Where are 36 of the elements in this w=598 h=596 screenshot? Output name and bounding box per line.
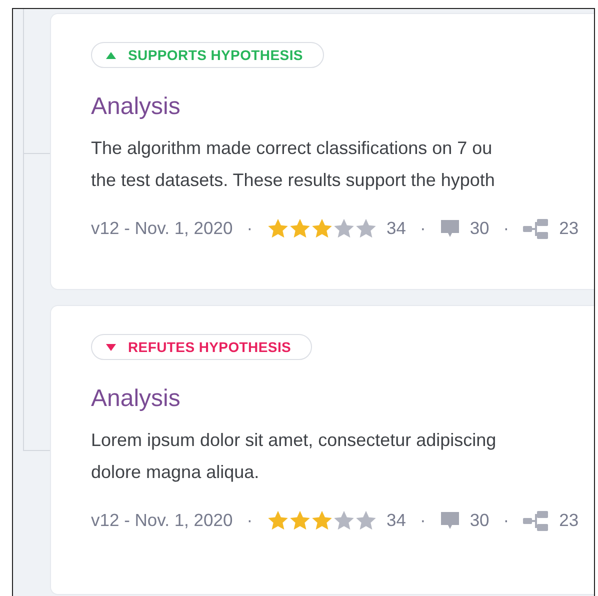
star-icon xyxy=(266,218,289,239)
comment-icon xyxy=(440,510,460,530)
comment-count: 30 xyxy=(470,218,490,239)
triangle-up-icon xyxy=(106,52,116,58)
separator-dot: · xyxy=(420,218,426,239)
separator-dot: · xyxy=(503,510,510,531)
star-icon xyxy=(310,218,333,239)
verdict-label: REFUTES HYPOTHESIS xyxy=(128,339,292,355)
star-icon xyxy=(332,218,355,239)
version-date: v12 - Nov. 1, 2020 xyxy=(91,218,233,239)
triangle-down-icon xyxy=(106,344,116,350)
hierarchy-icon xyxy=(523,218,550,238)
rating-count: 34 xyxy=(386,218,406,239)
star-icon xyxy=(354,510,377,531)
star-icon xyxy=(288,218,311,239)
separator-dot: · xyxy=(503,218,510,239)
version-date: v12 - Nov. 1, 2020 xyxy=(91,510,233,531)
star-icon xyxy=(332,510,355,531)
separator-dot: · xyxy=(420,510,426,531)
card-title[interactable]: Analysis xyxy=(91,384,180,414)
separator-dot: · xyxy=(246,510,253,531)
star-icon xyxy=(310,510,333,531)
branch-count: 23 xyxy=(559,218,579,239)
star-icon xyxy=(354,218,377,239)
comment-count: 30 xyxy=(470,510,490,531)
hierarchy-icon xyxy=(523,510,550,530)
card-description: The algorithm made correct classifications on 7 ou the test datasets. These results support the hypoth xyxy=(91,137,495,192)
comment-icon xyxy=(440,218,460,238)
card-description: Lorem ipsum dolor sit amet, consectetur adipiscing dolore magna aliqua. xyxy=(91,429,496,484)
card-title[interactable]: Analysis xyxy=(91,92,180,122)
separator-dot: · xyxy=(246,218,253,239)
star-icon xyxy=(288,510,311,531)
star-icon xyxy=(266,510,289,531)
branch-count: 23 xyxy=(559,510,579,531)
verdict-label: SUPPORTS HYPOTHESIS xyxy=(128,47,303,63)
rating-count: 34 xyxy=(386,510,406,531)
